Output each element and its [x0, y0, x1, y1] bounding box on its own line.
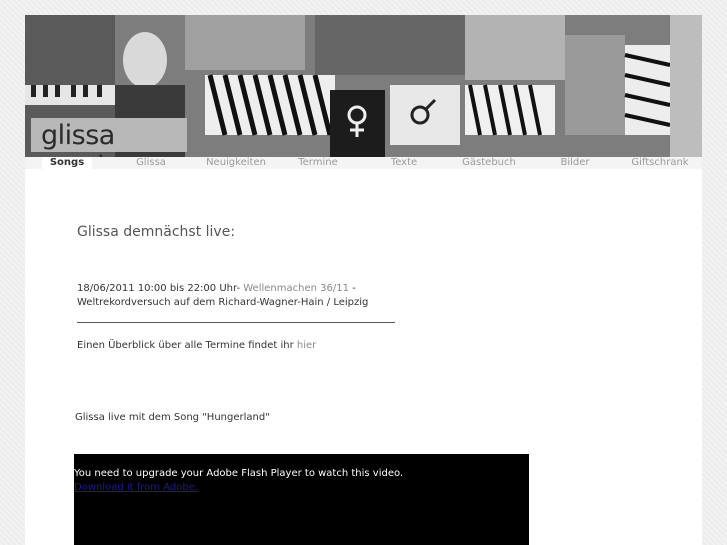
- nav-item-texte[interactable]: Texte: [379, 157, 429, 169]
- event-datetime: 18/06/2011 10:00 bis 22:00 Uhr-: [77, 283, 241, 294]
- event-dash: -: [352, 283, 356, 294]
- overview-label: Einen Überblick über alle Termine findet…: [77, 340, 294, 351]
- event-description: Weltrekordversuch auf dem Richard-Wagner…: [77, 297, 369, 308]
- logo[interactable]: glissa music: [31, 118, 187, 157]
- main-navigation: Songs Glissa Neuigkeiten Termine Texte G…: [25, 157, 702, 169]
- divider: [77, 322, 395, 323]
- nav-item-termine[interactable]: Termine: [293, 157, 343, 169]
- overview-text: Einen Überblick über alle Termine findet…: [77, 340, 316, 351]
- live-heading: Glissa demnächst live:: [77, 224, 236, 240]
- page-content: glissa music Songs Glissa Neuigkeiten Te…: [25, 15, 702, 545]
- event-title-link[interactable]: Wellenmachen 36/11: [243, 283, 349, 294]
- song-caption: Glissa live mit dem Song "Hungerland": [75, 412, 270, 423]
- nav-item-bilder[interactable]: Bilder: [550, 157, 600, 169]
- nav-item-glissa[interactable]: Glissa: [126, 157, 176, 169]
- flash-upgrade-message: You need to upgrade your Adobe Flash Pla…: [74, 468, 404, 479]
- overview-link[interactable]: hier: [297, 340, 316, 351]
- nav-item-neuigkeiten[interactable]: Neuigkeiten: [201, 157, 271, 169]
- video-player[interactable]: You need to upgrade your Adobe Flash Pla…: [74, 454, 529, 545]
- nav-item-giftschrank[interactable]: Giftschrank: [629, 157, 691, 169]
- event-entry: 18/06/2011 10:00 bis 22:00 Uhr- Wellenma…: [77, 283, 356, 294]
- nav-item-songs[interactable]: Songs: [42, 157, 92, 169]
- header-banner: glissa music: [25, 15, 702, 157]
- flash-download-link[interactable]: Download it from Adobe.: [74, 482, 198, 493]
- nav-item-gaestebuch[interactable]: Gästebuch: [459, 157, 519, 169]
- logo-text: glissa music: [41, 120, 119, 157]
